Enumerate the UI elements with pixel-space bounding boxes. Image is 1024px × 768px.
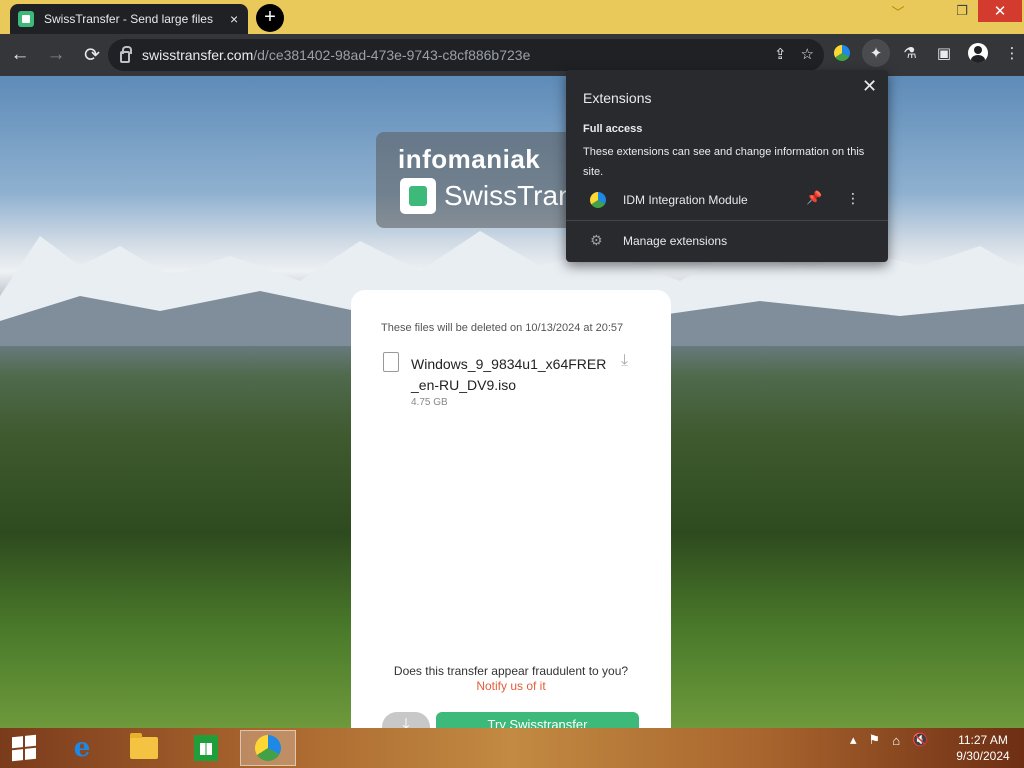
popup-title: Extensions	[583, 90, 652, 106]
download-all-button[interactable]: ⤓	[382, 712, 430, 728]
full-access-description: These extensions can see and change info…	[583, 146, 865, 178]
bookmark-star-icon[interactable]: ☆	[801, 45, 814, 63]
extensions-puzzle-icon[interactable]: ✦	[862, 39, 890, 67]
forward-button[interactable]: →	[40, 39, 72, 71]
reload-button[interactable]: ⟳	[76, 39, 108, 71]
swisstransfer-logo-icon	[400, 178, 436, 214]
address-bar[interactable]: swisstransfer.com/d/ce381402-98ad-473e-9…	[108, 39, 824, 71]
idm-icon	[590, 192, 606, 208]
extensions-popup: Extensions ✕ Full access These extension…	[566, 70, 888, 262]
try-swisstransfer-button[interactable]: Try Swisstransfer	[436, 712, 639, 728]
swisstransfer-favicon-icon	[18, 11, 34, 27]
file-size: 4.75 GB	[411, 397, 448, 408]
browser-menu-icon[interactable]: ⋮	[998, 39, 1024, 67]
tab-search-chevron-icon[interactable]: ﹀	[884, 0, 912, 22]
restore-window-button[interactable]: ❐	[948, 0, 976, 22]
extension-item-idm[interactable]: IDM Integration Module 📌 ⋮	[566, 186, 888, 214]
clock[interactable]: 11:27 AM 9/30/2024	[950, 732, 1016, 764]
file-explorer-icon[interactable]	[116, 730, 172, 766]
share-icon[interactable]: ⇪	[774, 45, 787, 63]
action-center-flag-icon[interactable]: ⚑	[869, 732, 881, 748]
popup-close-icon[interactable]: ✕	[862, 76, 877, 97]
manage-extensions-label: Manage extensions	[623, 234, 728, 248]
network-icon[interactable]: ⌂	[892, 733, 900, 748]
labs-flask-icon[interactable]: ⚗	[896, 39, 924, 67]
new-tab-button[interactable]: +	[256, 4, 284, 32]
pin-icon[interactable]: 📌	[806, 190, 822, 206]
windows-taskbar: e ▴ ⚑ ⌂ 🔇 11:27 AM 9/30/2024	[0, 728, 1024, 768]
windows-logo-icon	[12, 734, 36, 762]
tab-title: SwissTransfer - Send large files	[44, 12, 213, 26]
volume-muted-icon[interactable]: 🔇	[912, 732, 928, 748]
fraud-report-text: Does this transfer appear fraudulent to …	[393, 664, 629, 693]
divider	[566, 220, 888, 221]
system-tray: ▴ ⚑ ⌂ 🔇	[850, 732, 928, 748]
gear-icon: ⚙	[590, 232, 603, 248]
start-button[interactable]	[0, 730, 48, 766]
notify-us-link[interactable]: Notify us of it	[476, 679, 545, 693]
lock-icon[interactable]	[120, 46, 132, 63]
clock-time: 11:27 AM	[958, 733, 1008, 747]
url-text[interactable]: swisstransfer.com/d/ce381402-98ad-473e-9…	[142, 47, 530, 63]
chrome-taskbar-icon[interactable]	[240, 730, 296, 766]
more-options-icon[interactable]: ⋮	[846, 190, 860, 207]
side-panel-icon[interactable]: ▣	[930, 39, 958, 67]
full-access-heading: Full access	[583, 123, 643, 135]
manage-extensions-item[interactable]: ⚙ Manage extensions	[566, 228, 888, 254]
tab-strip: SwissTransfer - Send large files × + ﹀ ❐…	[0, 0, 1024, 34]
back-button[interactable]: ←	[4, 39, 36, 71]
clock-date: 9/30/2024	[956, 749, 1010, 763]
tab-close-icon[interactable]: ×	[230, 11, 238, 27]
tab-swisstransfer[interactable]: SwissTransfer - Send large files ×	[10, 4, 248, 34]
file-icon	[383, 352, 399, 372]
download-file-icon[interactable]: ⤓	[621, 352, 641, 372]
close-window-button[interactable]: ✕	[978, 0, 1022, 22]
file-name: Windows_9_9834u1_x64FRER_en-RU_DV9.iso	[411, 356, 607, 393]
windows-store-icon[interactable]	[178, 730, 234, 766]
idm-extension-icon[interactable]	[828, 39, 856, 67]
show-hidden-icons-icon[interactable]: ▴	[850, 732, 857, 748]
brand-banner: infomaniak SwissTransfer	[376, 132, 620, 228]
profile-avatar[interactable]	[964, 39, 992, 67]
internet-explorer-icon[interactable]: e	[54, 730, 110, 766]
deletion-notice: These files will be deleted on 10/13/202…	[381, 322, 624, 334]
extension-name: IDM Integration Module	[623, 193, 748, 207]
infomaniak-logo-text: infomaniak	[398, 144, 541, 174]
transfer-card: These files will be deleted on 10/13/202…	[351, 290, 671, 728]
